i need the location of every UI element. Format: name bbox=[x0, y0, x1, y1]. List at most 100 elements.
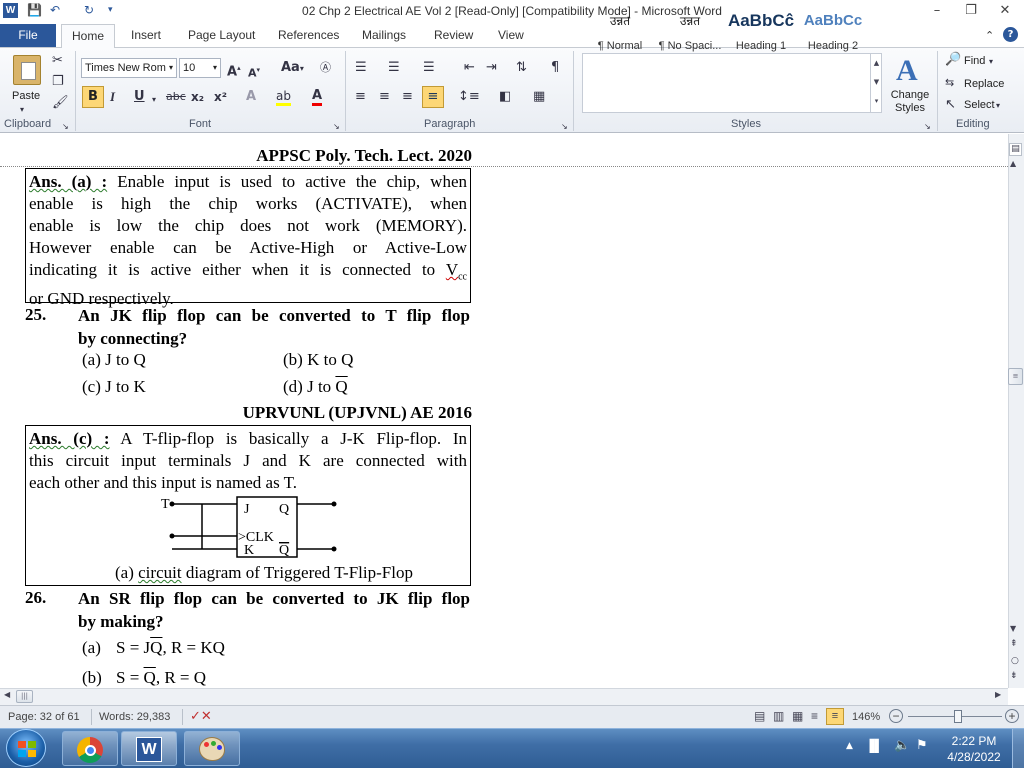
cut-icon[interactable]: ✂ bbox=[52, 53, 63, 69]
web-layout-view-icon[interactable]: ▦ bbox=[792, 709, 803, 723]
tab-file[interactable]: File bbox=[0, 24, 56, 47]
full-screen-reading-view-icon[interactable]: ▥ bbox=[773, 709, 784, 723]
change-case-button[interactable]: Aa▾ bbox=[281, 60, 304, 77]
shrink-font-icon[interactable]: A▾ bbox=[248, 62, 260, 82]
decrease-indent-icon[interactable]: ⇤ bbox=[464, 60, 475, 76]
taskbar-chrome[interactable] bbox=[62, 731, 118, 766]
highlight-color-icon[interactable]: ab bbox=[276, 88, 291, 106]
minimize-button[interactable]: – bbox=[922, 2, 952, 20]
styles-scroll[interactable]: ▲ ▼ ▾ bbox=[870, 54, 882, 112]
minimize-ribbon-icon[interactable]: ⌃ bbox=[985, 27, 994, 45]
tab-insert[interactable]: Insert bbox=[131, 26, 161, 44]
zoom-out-icon[interactable]: − bbox=[889, 709, 903, 723]
shading-icon[interactable]: ◧ bbox=[499, 89, 511, 105]
font-name-combo[interactable]: Times New Rom ▾ bbox=[81, 58, 177, 78]
line-spacing-icon[interactable]: ↕≡ bbox=[458, 89, 480, 105]
find-dropdown-icon[interactable]: ▾ bbox=[989, 54, 993, 70]
print-layout-view-icon[interactable]: ▤ bbox=[754, 709, 765, 723]
taskbar-word[interactable]: W bbox=[121, 731, 177, 766]
next-page-icon[interactable]: ⇟ bbox=[1010, 671, 1018, 681]
zoom-in-icon[interactable]: + bbox=[1005, 709, 1019, 723]
select-browse-object-icon[interactable]: ○ bbox=[1011, 656, 1019, 666]
text-effects-icon[interactable]: A bbox=[246, 89, 256, 105]
word-count[interactable]: Words: 29,383 bbox=[99, 711, 170, 723]
style-no-spacing[interactable]: उन्नत ¶ No Spaci... bbox=[654, 8, 726, 52]
tab-mailings[interactable]: Mailings bbox=[362, 26, 406, 44]
replace-button[interactable]: Replace bbox=[964, 77, 1004, 91]
increase-indent-icon[interactable]: ⇥ bbox=[486, 60, 497, 76]
paste-dropdown-icon[interactable]: ▾ bbox=[20, 102, 24, 118]
change-styles-icon[interactable]: A bbox=[896, 54, 918, 88]
clipboard-launcher-icon[interactable]: ↘ bbox=[62, 119, 69, 135]
taskbar-paint[interactable] bbox=[184, 731, 240, 766]
paste-button[interactable]: Paste bbox=[12, 89, 40, 103]
font-size-combo[interactable]: 10 ▾ bbox=[179, 58, 221, 78]
zoom-slider-thumb[interactable] bbox=[954, 710, 962, 723]
tab-view[interactable]: View bbox=[498, 26, 524, 44]
previous-page-icon[interactable]: ⇞ bbox=[1010, 639, 1018, 649]
paste-icon[interactable] bbox=[13, 55, 41, 85]
horizontal-scroll-thumb[interactable]: ||| bbox=[16, 690, 33, 703]
underline-button[interactable]: U bbox=[134, 89, 145, 105]
proofing-icon[interactable]: ✓✕ bbox=[190, 708, 212, 724]
volume-icon[interactable]: 🔈 bbox=[894, 738, 910, 753]
tab-home[interactable]: Home bbox=[61, 24, 115, 48]
vertical-scrollbar[interactable] bbox=[1008, 134, 1024, 688]
draft-view-icon[interactable]: ≡ bbox=[826, 708, 844, 725]
show-paragraph-marks-icon[interactable]: ¶ bbox=[551, 60, 559, 76]
start-button[interactable] bbox=[6, 729, 46, 767]
style-heading-1[interactable]: AaBbCĉ Heading 1 bbox=[725, 8, 797, 52]
scroll-up-arrow[interactable]: ▲ bbox=[1010, 159, 1016, 168]
subscript-button[interactable]: x₂ bbox=[191, 89, 204, 105]
center-icon[interactable]: ≡ bbox=[379, 89, 390, 105]
strikethrough-button[interactable]: abc bbox=[166, 89, 186, 105]
maximize-button[interactable]: ❐ bbox=[956, 2, 986, 20]
find-icon[interactable]: 🔎 bbox=[945, 52, 961, 68]
zoom-level[interactable]: 146% bbox=[852, 711, 880, 723]
font-launcher-icon[interactable]: ↘ bbox=[333, 119, 340, 135]
network-icon[interactable]: ▐▌ bbox=[865, 739, 883, 753]
show-hidden-icons-icon[interactable]: ▲ bbox=[846, 741, 853, 751]
align-right-icon[interactable]: ≡ bbox=[402, 89, 413, 105]
tab-references[interactable]: References bbox=[278, 26, 339, 44]
superscript-button[interactable]: x² bbox=[214, 89, 227, 105]
paragraph-launcher-icon[interactable]: ↘ bbox=[561, 119, 568, 135]
sort-icon[interactable]: ⇅ bbox=[516, 60, 527, 76]
align-left-icon[interactable]: ≡ bbox=[355, 89, 366, 105]
font-color-icon[interactable]: A bbox=[312, 88, 323, 106]
justify-button[interactable]: ≡ bbox=[422, 86, 444, 108]
style-heading-2[interactable]: AaBbCc Heading 2 bbox=[797, 8, 869, 52]
format-painter-icon[interactable]: 🖌 bbox=[52, 95, 69, 111]
tab-page-layout[interactable]: Page Layout bbox=[188, 26, 255, 44]
vertical-scroll-thumb[interactable]: ≡ bbox=[1008, 368, 1023, 385]
borders-icon[interactable]: ▦ bbox=[533, 89, 545, 105]
scroll-right-arrow[interactable]: ▶ bbox=[995, 690, 1001, 699]
bullets-icon[interactable]: ☰ bbox=[355, 60, 367, 76]
select-icon[interactable]: ↖ bbox=[945, 97, 956, 113]
outline-view-icon[interactable]: ≡ bbox=[811, 709, 818, 723]
ruler-toggle-icon[interactable]: ▤ bbox=[1009, 143, 1022, 156]
multilevel-list-icon[interactable]: ☰ bbox=[423, 60, 435, 76]
close-button[interactable]: ✕ bbox=[990, 2, 1020, 20]
scroll-left-arrow[interactable]: ◀ bbox=[4, 690, 10, 699]
bold-button[interactable]: B bbox=[82, 86, 104, 108]
horizontal-scrollbar[interactable] bbox=[0, 688, 1008, 705]
select-dropdown-icon[interactable]: ▾ bbox=[996, 98, 1000, 114]
clear-formatting-icon[interactable]: Ⓐ bbox=[320, 60, 331, 76]
show-desktop-button[interactable] bbox=[1012, 729, 1024, 768]
numbering-icon[interactable]: ☰ bbox=[388, 60, 400, 76]
tab-review[interactable]: Review bbox=[434, 26, 473, 44]
scroll-down-arrow[interactable]: ▼ bbox=[1010, 624, 1016, 633]
replace-icon[interactable]: ⇆ bbox=[945, 75, 954, 91]
underline-dropdown-icon[interactable]: ▾ bbox=[152, 92, 156, 108]
italic-button[interactable]: I bbox=[110, 89, 115, 105]
styles-launcher-icon[interactable]: ↘ bbox=[924, 119, 931, 135]
help-icon[interactable]: ? bbox=[1003, 27, 1018, 42]
clock[interactable]: 2:22 PM 4/28/2022 bbox=[942, 733, 1006, 765]
find-button[interactable]: Find bbox=[964, 54, 985, 68]
select-button[interactable]: Select bbox=[964, 98, 995, 112]
page-count[interactable]: Page: 32 of 61 bbox=[8, 711, 80, 723]
style-normal[interactable]: उन्नत ¶ Normal bbox=[584, 8, 656, 52]
grow-font-icon[interactable]: A▴ bbox=[227, 60, 241, 80]
copy-icon[interactable]: ❐ bbox=[52, 74, 64, 90]
